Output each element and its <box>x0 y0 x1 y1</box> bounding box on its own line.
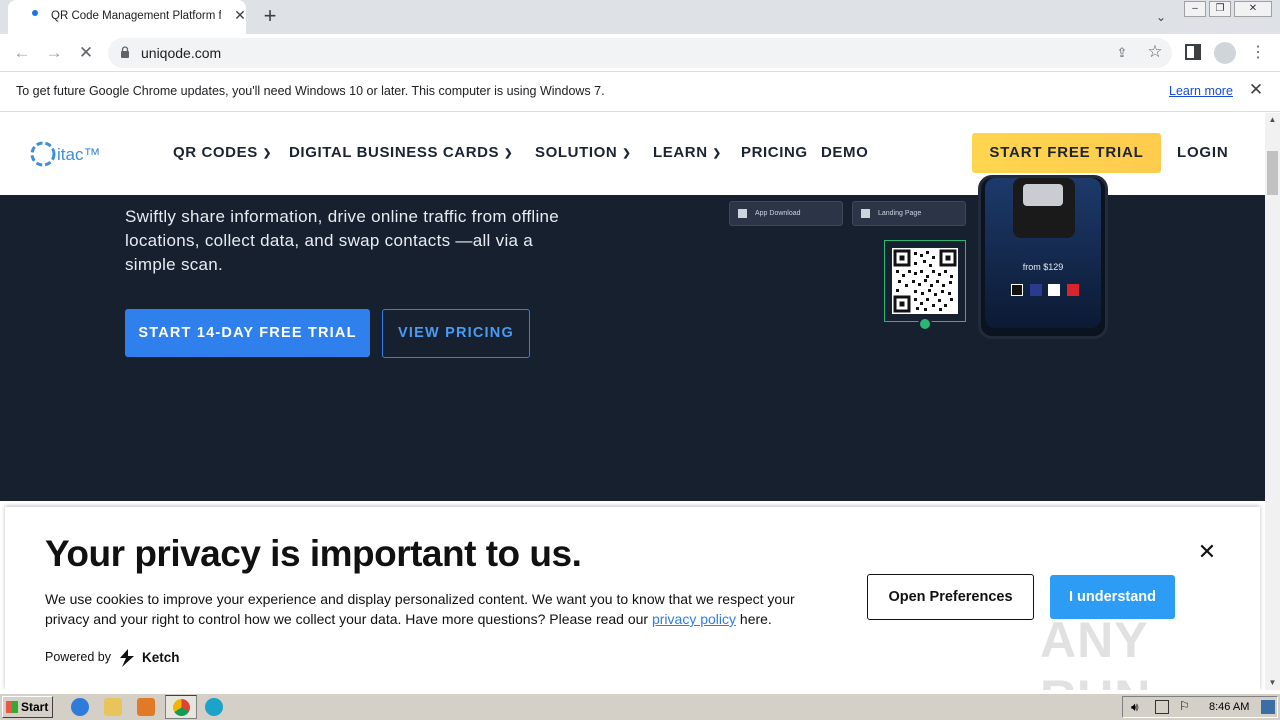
scroll-down-icon[interactable]: ▼ <box>1265 676 1280 690</box>
app-download-chip: App Download <box>729 201 843 226</box>
web-page: itac™ QR CODES ❯ DIGITAL BUSINESS CARDS ❯ … <box>0 113 1265 690</box>
ie-icon[interactable] <box>71 698 89 716</box>
nav-pricing[interactable]: PRICING <box>741 144 808 161</box>
phone-mockup: from $129 <box>978 175 1108 339</box>
privacy-text-end: here. <box>736 611 772 627</box>
chip-label: Landing Page <box>878 210 922 217</box>
view-pricing-button[interactable]: VIEW PRICING <box>382 309 530 358</box>
privacy-body: We use cookies to improve your experienc… <box>45 589 825 629</box>
lock-icon[interactable] <box>120 46 130 59</box>
chrome-icon <box>173 699 190 716</box>
watch-face <box>1023 184 1063 206</box>
color-swatch <box>1030 284 1042 296</box>
color-swatch <box>1067 284 1079 296</box>
qr-code-image <box>892 248 958 314</box>
explorer-icon[interactable] <box>104 698 122 716</box>
learn-more-link[interactable]: Learn more <box>1169 84 1233 98</box>
scroll-up-icon[interactable]: ▲ <box>1265 113 1280 127</box>
forward-icon[interactable]: → <box>42 41 66 65</box>
ketch-logo-text: Ketch <box>142 650 180 665</box>
loading-icon <box>32 10 38 16</box>
start-14-day-trial-button[interactable]: START 14-DAY FREE TRIAL <box>125 309 370 357</box>
chevron-down-icon: ❯ <box>262 147 272 159</box>
restore-icon[interactable]: ❐ <box>1209 1 1231 17</box>
scroll-thumb[interactable] <box>1267 151 1278 195</box>
share-icon[interactable]: ⇪ <box>1114 45 1130 61</box>
powered-by-label: Powered by <box>45 650 112 664</box>
url-text[interactable]: uniqode.com <box>141 45 221 61</box>
product-price: from $129 <box>1022 262 1064 272</box>
phone-screen: from $129 <box>985 178 1101 328</box>
infobar-close-icon[interactable]: ✕ <box>1247 81 1265 99</box>
hero-description: Swiftly share information, drive online … <box>125 207 560 274</box>
qr-code-frame <box>884 240 966 322</box>
minimize-icon[interactable]: ‒ <box>1184 1 1206 17</box>
new-tab-icon[interactable]: + <box>258 4 282 28</box>
start-label: Start <box>21 700 49 714</box>
media-player-icon[interactable] <box>137 698 155 716</box>
edge-icon[interactable] <box>205 698 223 716</box>
start-button[interactable]: Start <box>2 696 53 718</box>
tab-close-icon[interactable]: ✕ <box>232 7 248 23</box>
open-preferences-button[interactable]: Open Preferences <box>867 574 1034 620</box>
menu-kebab-icon[interactable]: ⋮ <box>1250 42 1266 64</box>
address-bar[interactable]: uniqode.com ⇪ ☆ <box>108 38 1172 68</box>
login-link[interactable]: LOGIN <box>1177 144 1229 161</box>
privacy-policy-link[interactable]: privacy policy <box>652 611 736 627</box>
nav-learn[interactable]: LEARN ❯ <box>653 144 722 161</box>
chevron-down-icon: ❯ <box>622 147 632 159</box>
app-icon <box>738 208 747 218</box>
landing-page-chip: Landing Page <box>852 201 966 226</box>
chip-label: App Download <box>755 210 801 217</box>
browser-tab[interactable]: QR Code Management Platform for m ✕ <box>8 0 246 34</box>
system-tray: 🔊︎ ⚐ 8:46 AM <box>1122 696 1278 718</box>
infobar-message: To get future Google Chrome updates, you… <box>16 84 605 98</box>
ketch-logo-icon <box>120 649 134 667</box>
stop-loading-icon[interactable]: ✕ <box>74 41 98 65</box>
side-panel-icon[interactable] <box>1185 44 1201 60</box>
tab-title: QR Code Management Platform for m <box>51 10 221 22</box>
hero-section: Swiftly share information, drive online … <box>0 175 1265 501</box>
privacy-title: Your privacy is important to us. <box>45 533 582 574</box>
clock[interactable]: 8:46 AM <box>1209 701 1249 713</box>
bookmark-star-icon[interactable]: ☆ <box>1146 42 1164 62</box>
nav-label: QR CODES <box>173 144 258 161</box>
watch-image <box>1013 178 1075 238</box>
tab-search-icon[interactable]: ⌄ <box>1150 6 1172 28</box>
page-scrollbar[interactable]: ▲ ▼ <box>1265 113 1280 690</box>
chevron-down-icon: ❯ <box>504 147 514 159</box>
update-infobar: To get future Google Chrome updates, you… <box>0 72 1280 112</box>
nav-label: LEARN <box>653 144 708 161</box>
color-swatch <box>1048 284 1060 296</box>
windows-logo-icon <box>6 701 18 713</box>
code-icon <box>861 208 870 218</box>
privacy-banner: Your privacy is important to us. ✕ We us… <box>5 507 1260 690</box>
nav-label: SOLUTION <box>535 144 618 161</box>
nav-label: DIGITAL BUSINESS CARDS <box>289 144 500 161</box>
svg-text:itac™: itac™ <box>57 145 100 164</box>
site-logo[interactable]: itac™ <box>30 139 100 169</box>
windows-taskbar: Start 🔊︎ ⚐ 8:46 AM <box>0 693 1280 720</box>
nav-demo[interactable]: DEMO <box>821 144 868 161</box>
watermark: ANY RUN <box>1040 612 1150 690</box>
start-free-trial-button[interactable]: START FREE TRIAL <box>972 133 1161 173</box>
flag-icon[interactable]: ⚐ <box>1179 699 1193 713</box>
network-icon[interactable] <box>1155 700 1169 714</box>
nav-solution[interactable]: SOLUTION ❯ <box>535 144 631 161</box>
back-icon[interactable]: ← <box>10 41 34 65</box>
nav-digital-business-cards[interactable]: DIGITAL BUSINESS CARDS ❯ <box>289 144 513 161</box>
browser-toolbar: ← → ✕ uniqode.com ⇪ ☆ ⋮ <box>0 34 1280 72</box>
color-swatch <box>1011 284 1023 296</box>
window-close-icon[interactable]: ✕ <box>1234 1 1272 17</box>
profile-avatar[interactable] <box>1214 42 1236 64</box>
nav-qr-codes[interactable]: QR CODES ❯ <box>173 144 272 161</box>
tab-strip: QR Code Management Platform for m ✕ + ⌄ … <box>0 0 1280 34</box>
chevron-down-icon: ❯ <box>712 147 722 159</box>
chrome-taskbar-button[interactable] <box>165 695 197 719</box>
show-desktop-icon[interactable] <box>1261 700 1275 714</box>
close-icon[interactable]: ✕ <box>1195 540 1219 564</box>
volume-icon[interactable]: 🔊︎ <box>1131 700 1145 714</box>
shield-icon <box>918 317 932 331</box>
